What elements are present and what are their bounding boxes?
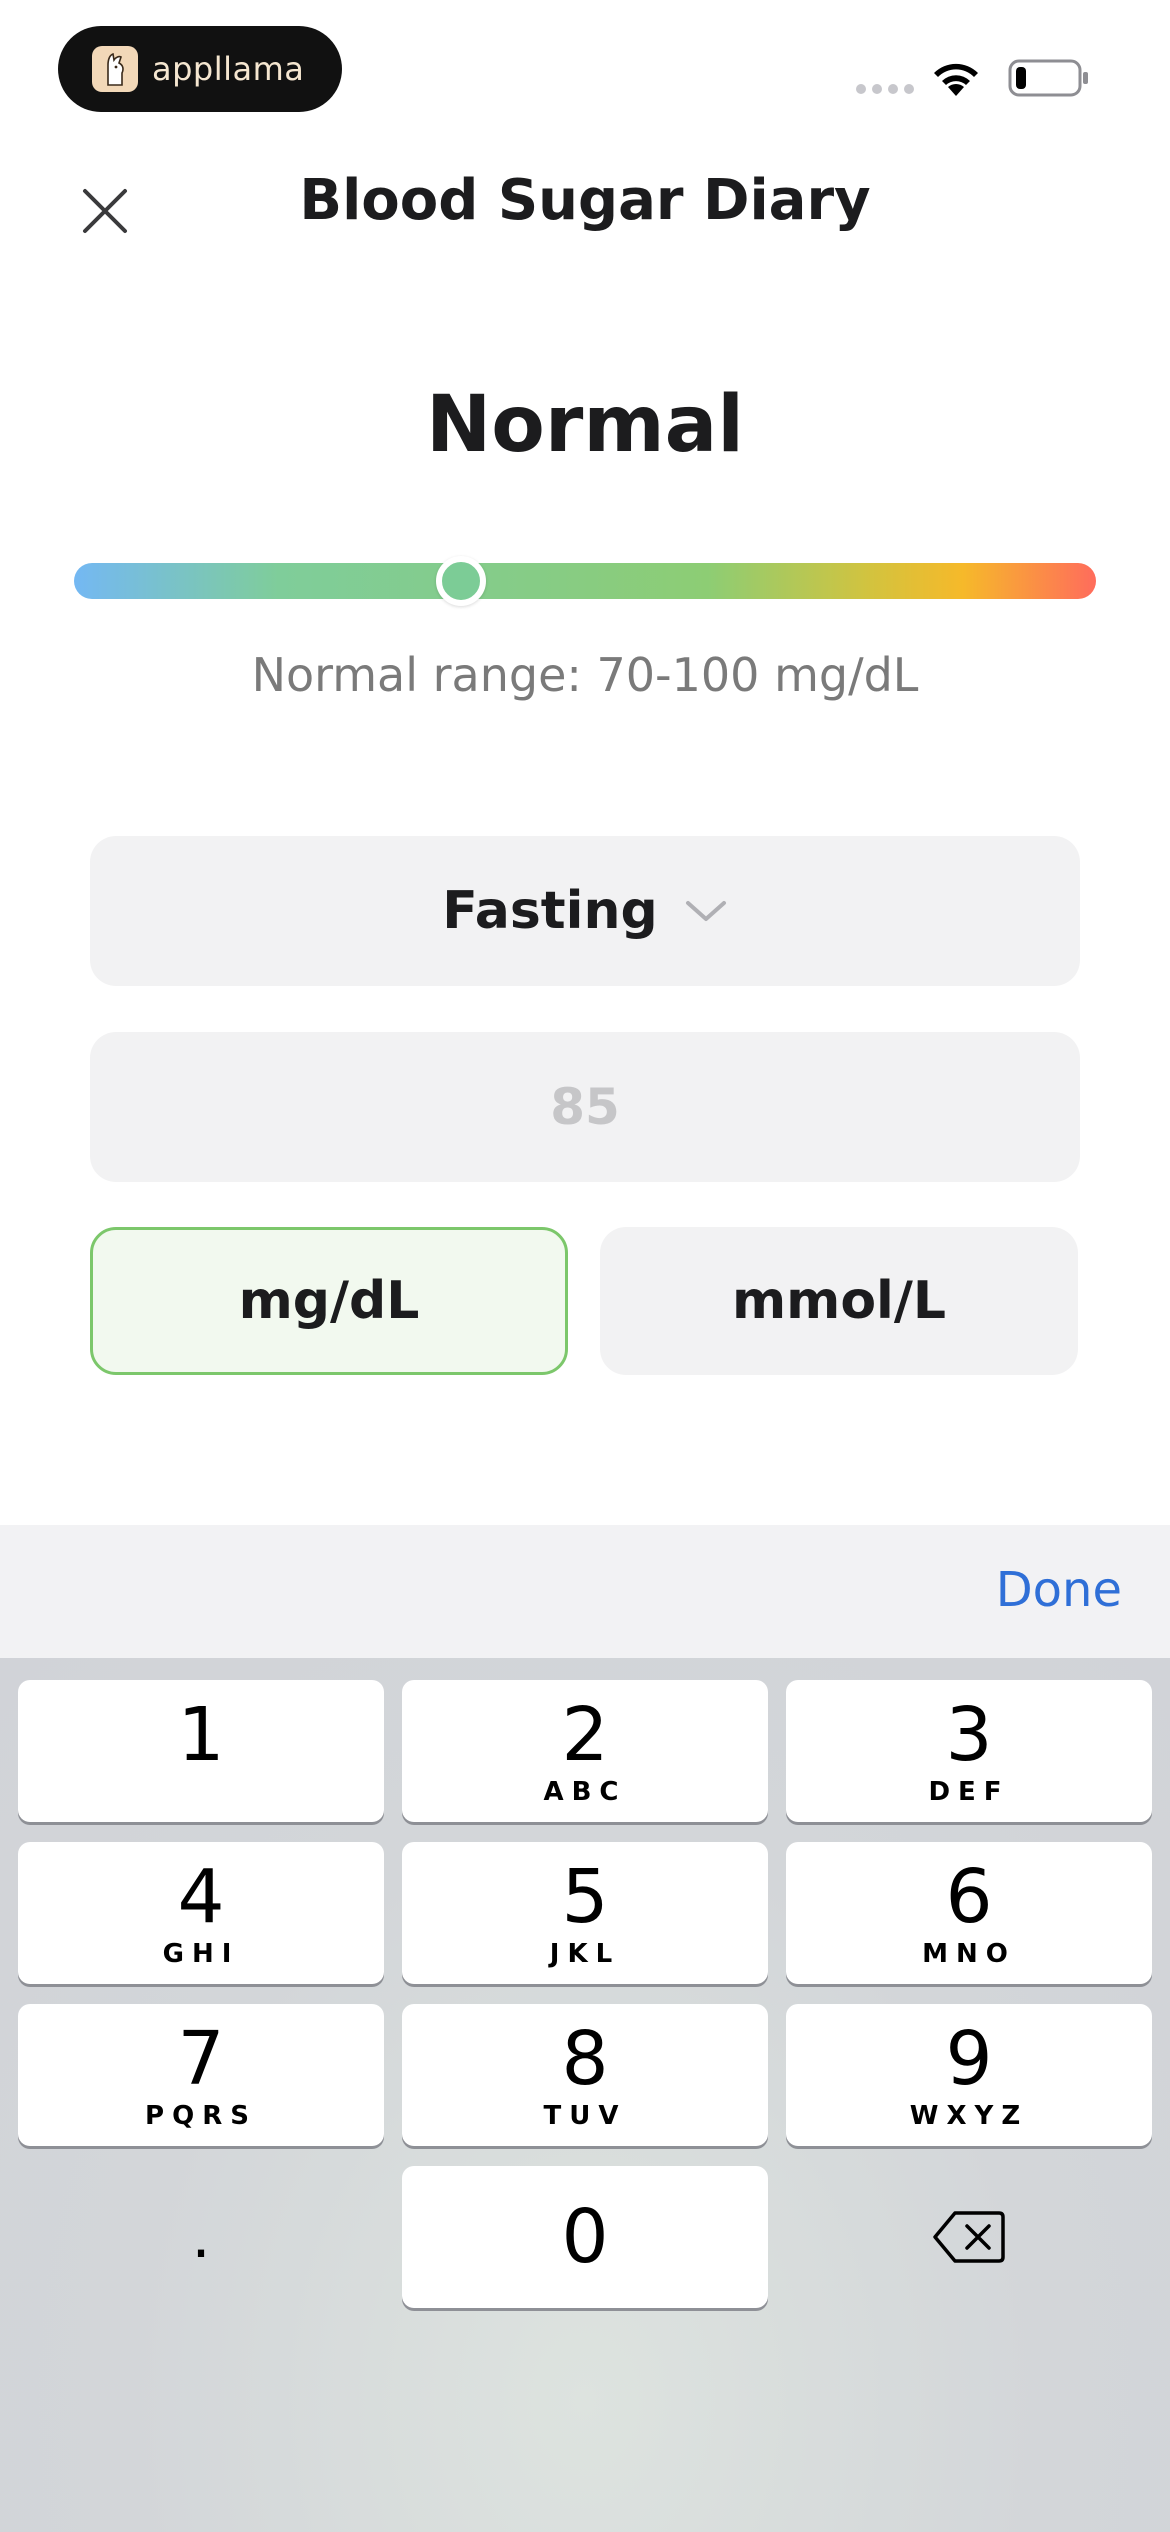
brand-badge: appllama <box>58 26 342 112</box>
numeric-keypad: 1 2 ABC 3 DEF 4 GHI 5 JKL 6 MNO 7 PQRS 8… <box>0 1658 1170 2532</box>
blood-sugar-input[interactable] <box>90 1032 1080 1182</box>
cellular-signal-icon <box>856 84 914 94</box>
key-delete[interactable] <box>786 2166 1152 2308</box>
battery-icon <box>1008 59 1088 97</box>
meal-type-value: Fasting <box>442 881 658 941</box>
key-decimal[interactable]: . <box>18 2166 384 2308</box>
key-9[interactable]: 9 WXYZ <box>786 2004 1152 2146</box>
key-0[interactable]: 0 <box>402 2166 768 2308</box>
reading-status-label: Normal <box>426 380 744 470</box>
brand-name: appllama <box>152 50 305 88</box>
key-8[interactable]: 8 TUV <box>402 2004 768 2146</box>
key-4[interactable]: 4 GHI <box>18 1842 384 1984</box>
done-button[interactable]: Done <box>996 1562 1122 1618</box>
key-6[interactable]: 6 MNO <box>786 1842 1152 1984</box>
unit-mg-dl-button[interactable]: mg/dL <box>90 1227 568 1375</box>
normal-range-text: Normal range: 70-100 mg/dL <box>251 648 919 702</box>
llama-logo-icon <box>92 46 138 92</box>
key-5[interactable]: 5 JKL <box>402 1842 768 1984</box>
keyboard-accessory-bar <box>0 1525 1170 1658</box>
key-2[interactable]: 2 ABC <box>402 1680 768 1822</box>
page-title: Blood Sugar Diary <box>299 168 871 233</box>
key-3[interactable]: 3 DEF <box>786 1680 1152 1822</box>
meal-type-select[interactable]: Fasting <box>90 836 1080 986</box>
key-1[interactable]: 1 <box>18 1680 384 1822</box>
unit-mmol-l-button[interactable]: mmol/L <box>600 1227 1078 1375</box>
chevron-down-icon <box>685 901 726 921</box>
wifi-icon <box>934 63 978 96</box>
range-gradient-bar <box>74 563 1096 599</box>
key-7[interactable]: 7 PQRS <box>18 2004 384 2146</box>
backspace-icon <box>933 2211 1005 2263</box>
range-indicator <box>436 556 486 606</box>
